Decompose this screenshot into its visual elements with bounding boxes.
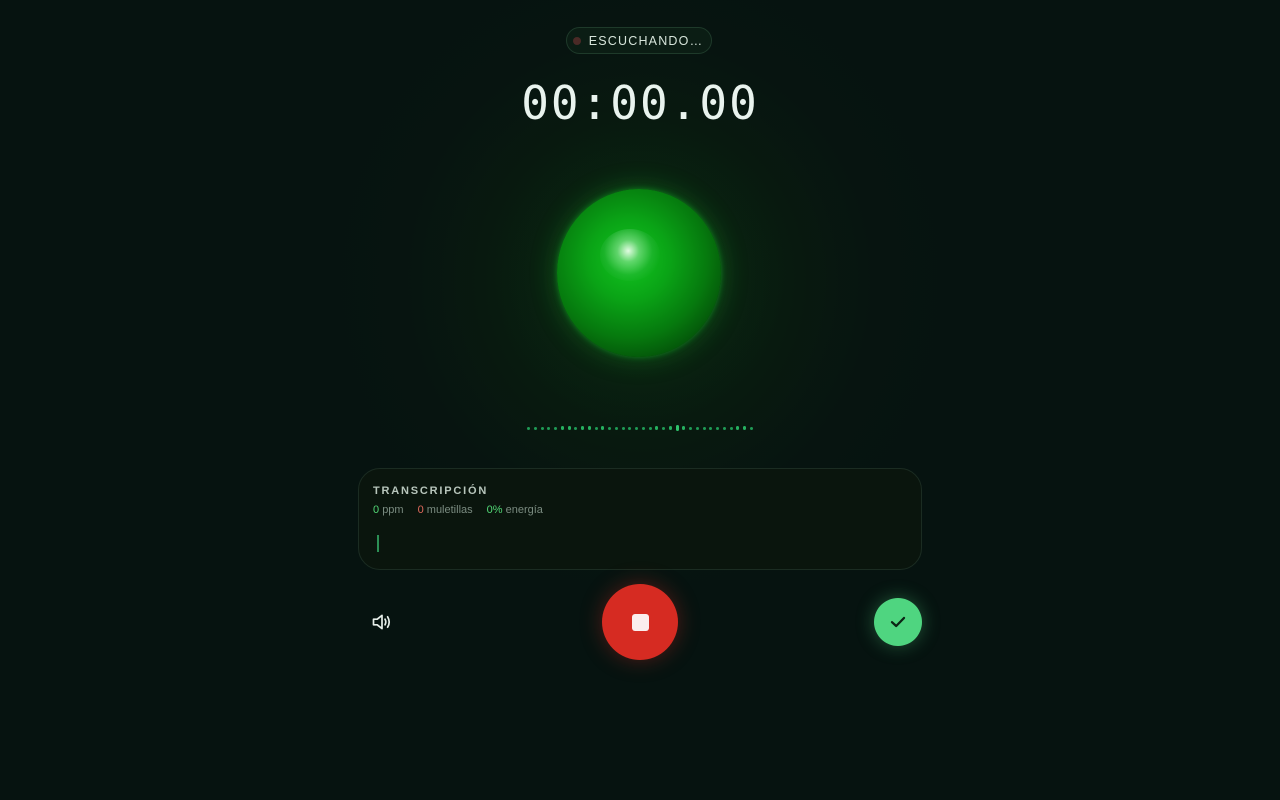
orb-highlight	[600, 229, 660, 281]
status-label: ESCUCHANDO…	[588, 33, 704, 48]
wave-dot	[722, 426, 726, 430]
speaker-icon	[372, 614, 391, 630]
wave-dot	[702, 426, 706, 430]
wave-dot	[749, 426, 753, 430]
status-dot	[572, 36, 581, 45]
wave-dot	[533, 426, 537, 430]
stat-energy-value: 0%	[486, 504, 503, 516]
wave-dot	[635, 426, 638, 430]
wave-dot	[729, 426, 733, 430]
wave-dot	[581, 426, 584, 430]
stat-energy-label: energía	[505, 504, 543, 516]
stop-button[interactable]	[602, 584, 678, 660]
wave-dot	[547, 426, 551, 430]
wave-dot	[594, 426, 598, 430]
stat-energy: 0% energía	[487, 504, 543, 516]
wave-dot	[736, 426, 740, 430]
stat-ppm-value: 0	[373, 504, 380, 516]
text-caret	[377, 535, 379, 552]
stat-fillers-label: muletillas	[426, 504, 473, 516]
wave-dot	[716, 426, 719, 430]
wave-dot	[628, 426, 632, 430]
stat-ppm-label: ppm	[382, 504, 404, 516]
voice-orb	[557, 189, 721, 357]
status-pill: ESCUCHANDO…	[566, 27, 712, 54]
wave-dot	[567, 426, 571, 430]
check-icon	[890, 616, 906, 628]
wave-dot	[689, 426, 692, 430]
stat-ppm: 0 ppm	[373, 504, 404, 516]
wave-dot	[527, 426, 530, 430]
timer: 00:00.00	[521, 76, 759, 130]
stop-icon	[631, 613, 649, 631]
wave-dot	[675, 425, 679, 431]
wave-dot	[695, 426, 699, 430]
wave-dot	[668, 426, 672, 430]
speaker-button[interactable]	[366, 606, 398, 638]
wave-dot	[608, 426, 611, 430]
waveform	[527, 421, 753, 435]
wave-dot	[601, 426, 605, 430]
stat-fillers: 0 muletillas	[418, 504, 473, 516]
wave-dot	[655, 426, 659, 430]
stat-fillers-value: 0	[417, 504, 424, 516]
wave-dot	[662, 426, 665, 430]
confirm-button[interactable]	[874, 598, 922, 646]
transcription-title: TRANSCRIPCIÓN	[373, 485, 489, 497]
transcription-stats: 0 ppm 0 muletillas 0% energía	[373, 504, 543, 516]
wave-dot	[587, 426, 591, 430]
wave-dot	[743, 426, 746, 430]
wave-dot	[621, 426, 625, 430]
wave-dot	[641, 426, 645, 430]
wave-dot	[554, 426, 557, 430]
wave-dot	[682, 426, 686, 430]
wave-dot	[560, 426, 564, 430]
wave-dot	[648, 426, 652, 430]
transcription-panel: TRANSCRIPCIÓN 0 ppm 0 muletillas 0% ener…	[358, 468, 922, 570]
wave-dot	[709, 426, 713, 430]
wave-dot	[614, 426, 618, 430]
wave-dot	[574, 426, 578, 430]
wave-dot	[540, 426, 544, 430]
